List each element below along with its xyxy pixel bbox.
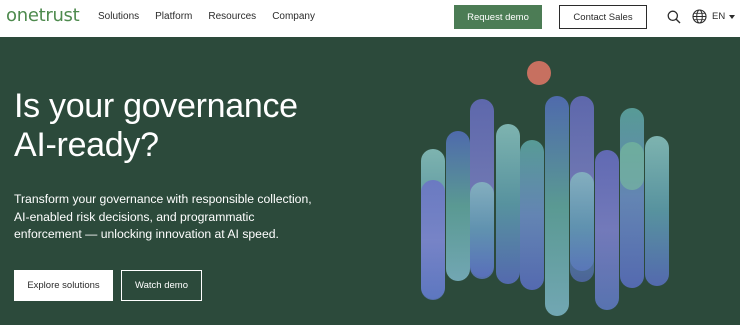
nav-item-solutions[interactable]: Solutions: [98, 11, 139, 22]
main-nav: Solutions Platform Resources Company: [98, 11, 331, 22]
watch-demo-button[interactable]: Watch demo: [121, 270, 202, 301]
nav-item-resources[interactable]: Resources: [208, 11, 256, 22]
search-button[interactable]: [667, 10, 681, 24]
language-selector[interactable]: EN: [692, 9, 736, 24]
hero-title-line: AI-ready?: [14, 126, 159, 164]
contact-sales-button[interactable]: Contact Sales: [559, 5, 647, 29]
globe-icon: [692, 9, 707, 24]
site-header: onetrust Solutions Platform Resources Co…: [0, 0, 740, 37]
onetrust-logo[interactable]: onetrust: [6, 5, 80, 26]
language-label: EN: [712, 11, 726, 22]
hero-title: Is your governance AI-ready?: [14, 87, 394, 165]
nav-item-company[interactable]: Company: [272, 11, 315, 22]
hero-illustration: [421, 61, 669, 316]
request-demo-button[interactable]: Request demo: [454, 5, 542, 29]
search-icon: [667, 10, 681, 24]
hero-title-line: Is your governance: [14, 87, 298, 125]
hero-description-line: AI-enabled risk decisions, and programma…: [14, 209, 255, 224]
hero-description-line: enforcement — unlocking innovation at AI…: [14, 227, 279, 241]
chevron-down-icon: [729, 14, 736, 19]
nav-item-platform[interactable]: Platform: [155, 11, 192, 22]
explore-solutions-button[interactable]: Explore solutions: [14, 270, 113, 301]
hero-description: Transform your governance with responsib…: [14, 191, 334, 244]
hero-section: Is your governance AI-ready? Transform y…: [0, 37, 740, 325]
hero-description-line: Transform your governance with responsib…: [14, 192, 312, 206]
